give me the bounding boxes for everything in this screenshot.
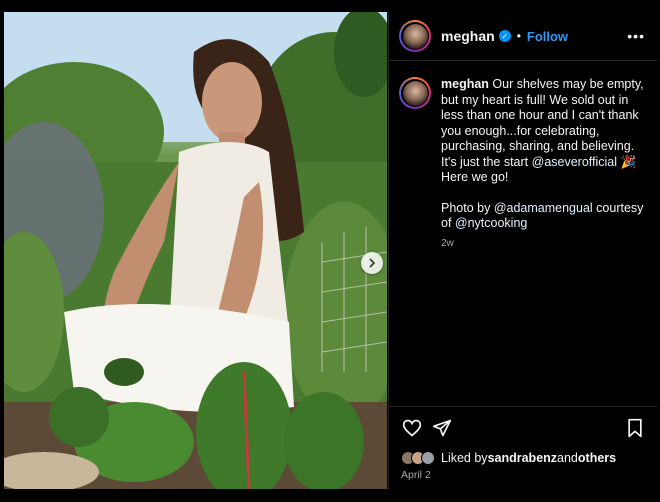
liker-avatar [421,451,435,465]
post-photo[interactable] [4,12,387,489]
garden-scene-image [4,12,387,489]
likes-and: and [557,451,578,465]
author-username[interactable]: meghan [441,28,495,44]
likes-summary: Liked by sandrabenz and others [401,451,616,465]
verified-badge-icon: ✓ [498,30,511,42]
more-options-icon[interactable]: ••• [627,28,645,44]
liker-username[interactable]: sandrabenz [488,451,557,465]
share-button[interactable] [431,417,453,439]
mention-link[interactable]: @aseverofficial [532,155,617,169]
mention-link[interactable]: @adamamengual [494,201,593,215]
post-header: meghan ✓ • Follow ••• [389,12,657,61]
post-caption: meghan Our shelves may be empty, but my … [399,77,651,249]
post-age[interactable]: 2w [441,238,651,249]
like-button[interactable] [401,417,423,439]
avatar-image [402,23,428,49]
post-date[interactable]: April 2 [401,469,431,481]
send-icon [432,419,452,437]
caption-avatar[interactable] [399,77,431,109]
party-emoji: 🎉 [620,154,637,169]
likes-others-link[interactable]: others [578,451,616,465]
mention-link[interactable]: @nytcooking [455,216,527,230]
post-actions-bar: Liked by sandrabenz and others April 2 [389,406,657,489]
heart-icon [402,419,422,437]
instagram-post-modal: meghan ✓ • Follow ••• meghan Our shelves… [0,0,660,502]
photo-credit-prefix: Photo by [441,200,494,215]
separator-dot: • [516,29,521,43]
avatar-image [402,80,428,106]
post-side-panel: meghan ✓ • Follow ••• meghan Our shelves… [388,12,657,489]
chevron-right-icon [369,258,376,268]
likes-prefix: Liked by [441,451,488,465]
bookmark-icon [628,418,642,438]
author-avatar[interactable] [399,20,431,52]
caption-text: meghan Our shelves may be empty, but my … [441,77,651,232]
caption-username[interactable]: meghan [441,77,489,91]
caption-body-2: Here we go! [441,170,509,184]
save-button[interactable] [624,417,646,439]
next-photo-button[interactable] [361,252,383,274]
follow-button[interactable]: Follow [527,29,568,44]
